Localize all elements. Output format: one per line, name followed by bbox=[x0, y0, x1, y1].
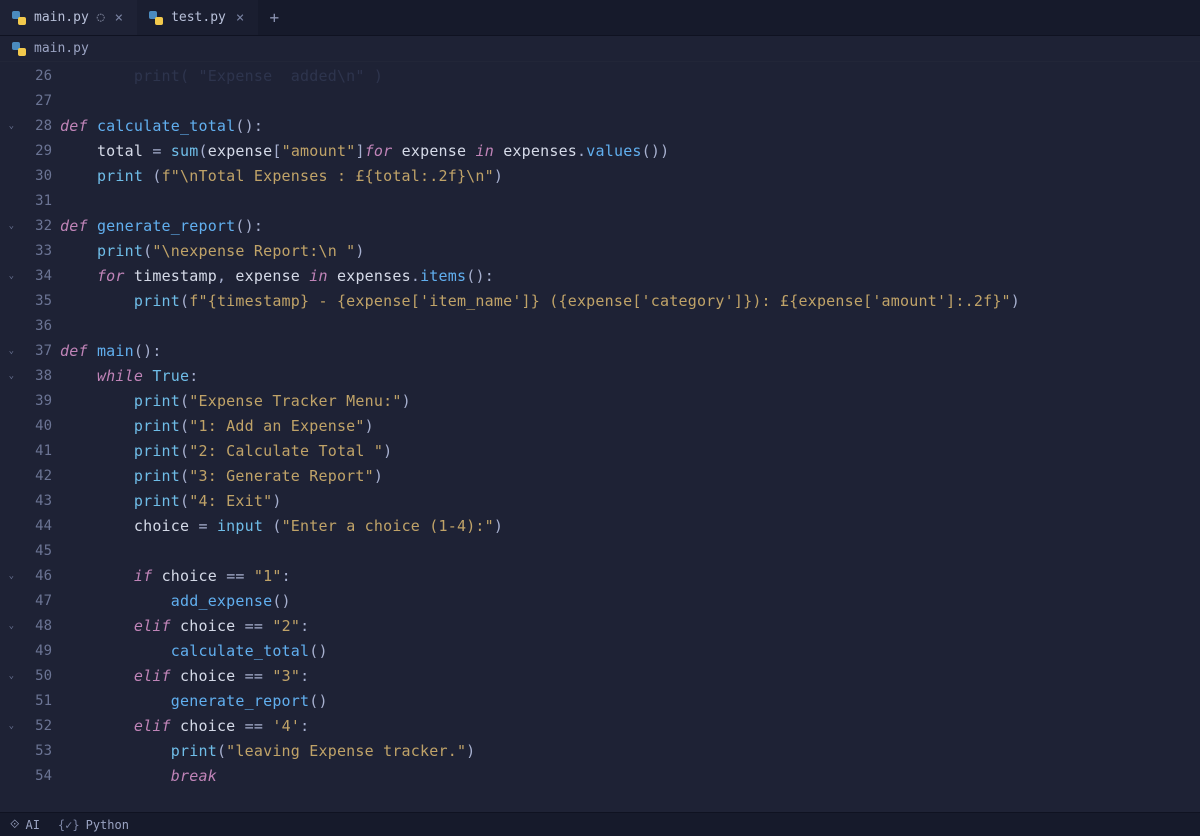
line-number: 46⌄ bbox=[0, 564, 60, 589]
tab-main-py[interactable]: main.py ◌ × bbox=[0, 0, 137, 35]
line-number: 35 bbox=[0, 289, 60, 314]
close-icon[interactable]: × bbox=[113, 10, 125, 26]
code-line[interactable]: print("3: Generate Report") bbox=[60, 464, 1200, 489]
editor[interactable]: 262728⌄29303132⌄3334⌄353637⌄38⌄394041424… bbox=[0, 62, 1200, 812]
status-language[interactable]: {✓} Python bbox=[58, 818, 129, 832]
code-line[interactable]: elif choice == "3": bbox=[60, 664, 1200, 689]
line-number: 42 bbox=[0, 464, 60, 489]
line-number: 54 bbox=[0, 764, 60, 789]
line-number: 34⌄ bbox=[0, 264, 60, 289]
code-line[interactable]: def main(): bbox=[60, 339, 1200, 364]
line-number: 51 bbox=[0, 689, 60, 714]
code-line[interactable] bbox=[60, 189, 1200, 214]
line-number: 44 bbox=[0, 514, 60, 539]
status-ai[interactable]: ⟐ AI bbox=[10, 817, 40, 832]
code-line[interactable]: def generate_report(): bbox=[60, 214, 1200, 239]
line-number: 47 bbox=[0, 589, 60, 614]
fold-icon[interactable]: ⌄ bbox=[4, 621, 14, 631]
code-line[interactable]: generate_report() bbox=[60, 689, 1200, 714]
fold-icon[interactable]: ⌄ bbox=[4, 721, 14, 731]
line-number: 32⌄ bbox=[0, 214, 60, 239]
python-icon bbox=[149, 11, 163, 25]
code-line[interactable]: print("2: Calculate Total ") bbox=[60, 439, 1200, 464]
code-line[interactable]: print("4: Exit") bbox=[60, 489, 1200, 514]
line-number: 43 bbox=[0, 489, 60, 514]
code-line[interactable]: for timestamp, expense in expenses.items… bbox=[60, 264, 1200, 289]
code-line[interactable]: print(f"{timestamp} - {expense['item_nam… bbox=[60, 289, 1200, 314]
line-number: 26 bbox=[0, 64, 60, 89]
tab-label: main.py bbox=[34, 10, 89, 25]
python-icon bbox=[12, 42, 26, 56]
code-line[interactable]: print("1: Add an Expense") bbox=[60, 414, 1200, 439]
code-line[interactable]: while True: bbox=[60, 364, 1200, 389]
line-number: 52⌄ bbox=[0, 714, 60, 739]
code-line[interactable]: print( "Expense added\n" ) bbox=[60, 64, 1200, 89]
line-number: 27 bbox=[0, 89, 60, 114]
fold-icon[interactable]: ⌄ bbox=[4, 271, 14, 281]
fold-icon[interactable]: ⌄ bbox=[4, 121, 14, 131]
fold-icon[interactable]: ⌄ bbox=[4, 671, 14, 681]
status-ai-label: AI bbox=[25, 818, 39, 832]
line-number-gutter: 262728⌄29303132⌄3334⌄353637⌄38⌄394041424… bbox=[0, 62, 60, 812]
line-number: 37⌄ bbox=[0, 339, 60, 364]
code-line[interactable]: print("Expense Tracker Menu:") bbox=[60, 389, 1200, 414]
code-line[interactable]: def calculate_total(): bbox=[60, 114, 1200, 139]
line-number: 41 bbox=[0, 439, 60, 464]
tab-bar: main.py ◌ × test.py × + bbox=[0, 0, 1200, 36]
fold-icon[interactable]: ⌄ bbox=[4, 221, 14, 231]
line-number: 48⌄ bbox=[0, 614, 60, 639]
code-line[interactable] bbox=[60, 89, 1200, 114]
code-line[interactable]: if choice == "1": bbox=[60, 564, 1200, 589]
line-number: 30 bbox=[0, 164, 60, 189]
close-icon[interactable]: × bbox=[234, 10, 246, 26]
line-number: 38⌄ bbox=[0, 364, 60, 389]
fold-icon[interactable]: ⌄ bbox=[4, 346, 14, 356]
braces-icon: {✓} bbox=[58, 818, 80, 832]
line-number: 39 bbox=[0, 389, 60, 414]
line-number: 53 bbox=[0, 739, 60, 764]
code-line[interactable]: choice = input ("Enter a choice (1-4):") bbox=[60, 514, 1200, 539]
code-line[interactable]: print (f"\nTotal Expenses : £{total:.2f}… bbox=[60, 164, 1200, 189]
line-number: 28⌄ bbox=[0, 114, 60, 139]
line-number: 49 bbox=[0, 639, 60, 664]
status-bar: ⟐ AI {✓} Python bbox=[0, 812, 1200, 836]
code-line[interactable]: break bbox=[60, 764, 1200, 789]
line-number: 36 bbox=[0, 314, 60, 339]
line-number: 45 bbox=[0, 539, 60, 564]
line-number: 31 bbox=[0, 189, 60, 214]
breadcrumb: main.py bbox=[0, 36, 1200, 62]
dirty-indicator-icon: ◌ bbox=[97, 10, 105, 25]
fold-icon[interactable]: ⌄ bbox=[4, 371, 14, 381]
tab-test-py[interactable]: test.py × bbox=[137, 0, 258, 35]
line-number: 50⌄ bbox=[0, 664, 60, 689]
breadcrumb-file[interactable]: main.py bbox=[34, 41, 89, 56]
code-line[interactable] bbox=[60, 539, 1200, 564]
code-line[interactable]: print("leaving Expense tracker.") bbox=[60, 739, 1200, 764]
tab-label: test.py bbox=[171, 10, 226, 25]
code-line[interactable]: calculate_total() bbox=[60, 639, 1200, 664]
code-line[interactable]: elif choice == '4': bbox=[60, 714, 1200, 739]
code-line[interactable]: print("\nexpense Report:\n ") bbox=[60, 239, 1200, 264]
line-number: 40 bbox=[0, 414, 60, 439]
line-number: 33 bbox=[0, 239, 60, 264]
python-icon bbox=[12, 11, 26, 25]
code-line[interactable]: elif choice == "2": bbox=[60, 614, 1200, 639]
code-area[interactable]: print( "Expense added\n" ) def calculate… bbox=[60, 62, 1200, 812]
status-language-label: Python bbox=[86, 818, 129, 832]
code-line[interactable]: add_expense() bbox=[60, 589, 1200, 614]
line-number: 29 bbox=[0, 139, 60, 164]
code-line[interactable] bbox=[60, 314, 1200, 339]
code-line[interactable]: total = sum(expense["amount"]for expense… bbox=[60, 139, 1200, 164]
ai-icon: ⟐ bbox=[10, 817, 19, 832]
fold-icon[interactable]: ⌄ bbox=[4, 571, 14, 581]
new-tab-button[interactable]: + bbox=[258, 0, 290, 35]
